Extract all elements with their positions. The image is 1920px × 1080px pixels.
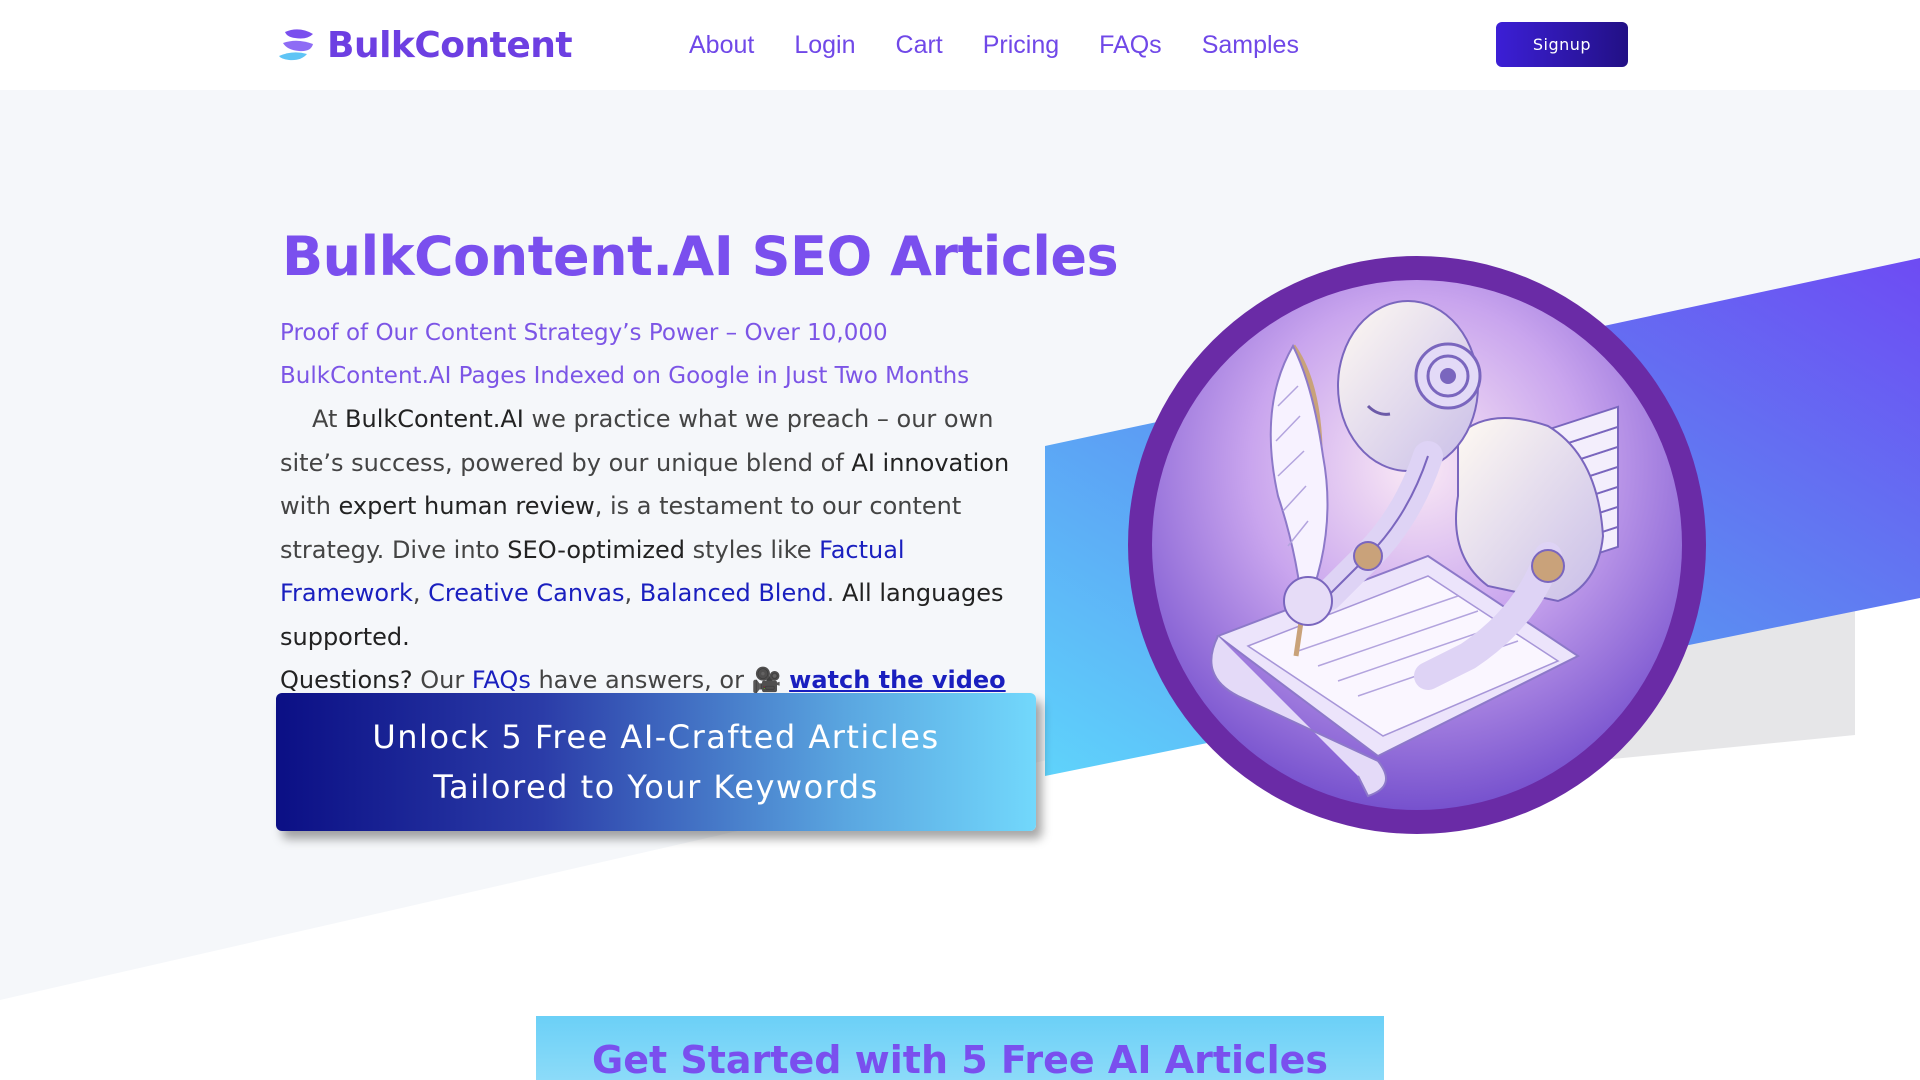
body-text: At [312,405,346,433]
body-text: styles like [685,535,820,564]
nav-item-faqs[interactable]: FAQs [1099,28,1162,62]
body-text: , [412,579,429,607]
nav-item-cart[interactable]: Cart [896,28,943,62]
link-balanced-blend[interactable]: Balanced Blend [640,579,827,607]
body-text: , [624,579,640,607]
get-started-banner: Get Started with 5 Free AI Articles [536,1016,1384,1080]
robot-writing-illustration [1128,256,1706,834]
nav-item-samples[interactable]: Samples [1202,28,1299,62]
signup-button[interactable]: Signup [1496,22,1628,67]
cta-line-1: Unlock 5 Free AI-Crafted Articles [372,718,940,756]
body-text: . [826,579,842,607]
body-text: Our [412,666,472,694]
nav-item-pricing[interactable]: Pricing [983,28,1059,62]
hero-subtitle: Proof of Our Content Strategy’s Power – … [280,320,970,389]
link-faqs[interactable]: FAQs [472,666,531,694]
main-nav: About Login Cart Pricing FAQs Samples [689,28,1299,62]
unlock-free-articles-button[interactable]: Unlock 5 Free AI-Crafted Articles Tailore… [276,693,1036,831]
body-brand: BulkContent.AI [345,405,524,433]
nav-item-login[interactable]: Login [794,28,855,62]
link-watch-video[interactable]: watch the video [789,666,1006,694]
hero-title: BulkContent.AI SEO Articles [282,225,1119,288]
link-creative-canvas[interactable]: Creative Canvas [428,579,624,607]
body-questions: Questions? [280,666,413,694]
brand-logo[interactable]: BulkContent [277,22,573,68]
body-expert-review: expert human review [338,492,595,520]
brand-name: BulkContent [327,24,573,66]
hero-description: At BulkContent.AI we practice what we pr… [280,398,1040,703]
banner-title: Get Started with 5 Free AI Articles [592,1038,1328,1080]
video-camera-icon: 🎥 [751,666,782,694]
site-header: BulkContent About Login Cart Pricing FAQ… [0,0,1920,90]
cta-line-2: Tailored to Your Keywords [433,768,879,806]
nav-item-about[interactable]: About [689,28,754,62]
body-ai-innovation: AI innovation [851,448,1010,477]
body-text: with [280,492,339,520]
body-text: have answers, or [530,666,752,694]
body-seo-optimized: SEO-optimized [507,535,685,564]
logo-icon [279,29,313,61]
